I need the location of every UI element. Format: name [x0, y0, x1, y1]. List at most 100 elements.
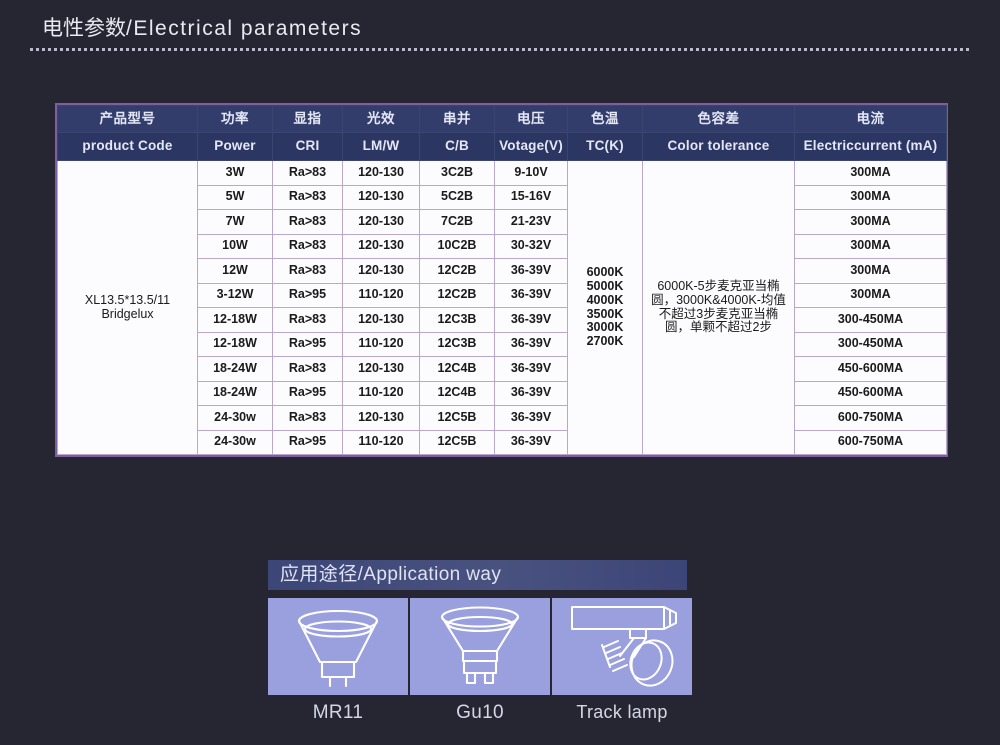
cell-voltage: 21-23V — [494, 209, 568, 235]
cell-voltage: 36-39V — [494, 331, 568, 357]
cell-cb: 12C5B — [419, 429, 495, 455]
cell-lmw: 110-120 — [342, 429, 420, 455]
cell-power: 24-30w — [197, 405, 273, 431]
cell-voltage: 30-32V — [494, 233, 568, 259]
cell-power: 10W — [197, 233, 273, 259]
application-item-label-track-lamp: Track lamp — [576, 702, 668, 722]
product-code-line1: XL13.5*13.5/11 — [84, 292, 171, 307]
cell-power: 12-18W — [197, 307, 273, 333]
cell-power: 5W — [197, 184, 273, 210]
cell-power: 12-18W — [197, 331, 273, 357]
cell-power: 18-24W — [197, 356, 273, 382]
table-header-row-cn: 产品型号 功率 显指 光效 串并 电压 色温 色容差 电流 — [57, 105, 947, 133]
cell-current: 300MA — [794, 209, 947, 235]
cell-color-tolerance: 6000K-5步麦克亚当椭圆，3000K&4000K-均值不超过3步麦克亚当椭圆… — [642, 160, 795, 455]
cell-current: 300-450MA — [794, 331, 947, 357]
mr11-thumbnail — [268, 598, 408, 695]
col-header-cn-color-tolerance: 色容差 — [642, 105, 795, 133]
cell-cb: 12C4B — [419, 356, 495, 382]
cell-voltage: 36-39V — [494, 356, 568, 382]
cell-cri: Ra>83 — [272, 233, 343, 259]
cell-cb: 5C2B — [419, 184, 495, 210]
cell-current: 300MA — [794, 233, 947, 259]
cell-lmw: 120-130 — [342, 356, 420, 382]
application-item-label-gu10: Gu10 — [456, 702, 504, 723]
title-divider — [30, 48, 970, 51]
cell-lmw: 110-120 — [342, 380, 420, 406]
cell-voltage: 15-16V — [494, 184, 568, 210]
col-header-en-product-code: product Code — [57, 132, 198, 161]
cell-cri: Ra>83 — [272, 160, 343, 186]
gu10-bulb-icon — [440, 605, 520, 684]
cell-current: 300-450MA — [794, 307, 947, 333]
cell-voltage: 9-10V — [494, 160, 568, 186]
cell-cb: 12C2B — [419, 258, 495, 284]
col-header-cn-cri: 显指 — [272, 105, 343, 133]
application-item-mr11[interactable]: MR11 — [268, 598, 408, 723]
cell-color-temperature: 6000K 5000K 4000K 3500K 3000K 2700K — [567, 160, 643, 455]
cell-current: 600-750MA — [794, 429, 947, 455]
cell-cri: Ra>83 — [272, 184, 343, 210]
table-header: 产品型号 功率 显指 光效 串并 电压 色温 色容差 电流 product Co… — [57, 105, 947, 161]
application-item-gu10[interactable]: Gu10 — [410, 598, 550, 723]
track-lamp-icon — [571, 605, 677, 687]
cell-cri: Ra>83 — [272, 307, 343, 333]
col-header-cn-lmw: 光效 — [342, 105, 420, 133]
cell-lmw: 120-130 — [342, 184, 420, 210]
cell-current: 450-600MA — [794, 356, 947, 382]
gu10-thumbnail — [410, 598, 550, 695]
cell-current: 300MA — [794, 282, 947, 308]
application-item-label-mr11: MR11 — [312, 702, 364, 723]
cell-cri: Ra>95 — [272, 331, 343, 357]
page-title-cn: 电性参数 — [42, 17, 126, 40]
color-temp-line: 3000K — [586, 320, 624, 335]
color-temp-line: 4000K — [586, 292, 624, 307]
cell-cri: Ra>95 — [272, 429, 343, 455]
col-header-en-current: Electriccurrent (mA) — [794, 132, 947, 161]
col-header-cn-current: 电流 — [794, 105, 947, 133]
cell-cb: 3C2B — [419, 160, 495, 186]
cell-product-code: XL13.5*13.5/11 Bridgelux — [57, 160, 198, 455]
cell-voltage: 36-39V — [494, 380, 568, 406]
mr11-bulb-icon — [297, 609, 379, 687]
col-header-cn-power: 功率 — [197, 105, 273, 133]
col-header-en-power: Power — [197, 132, 273, 161]
table-header-row-en: product Code Power CRI LM/W C/B Votage(V… — [57, 132, 947, 161]
electrical-parameters-table: 产品型号 功率 显指 光效 串并 电压 色温 色容差 电流 product Co… — [55, 103, 948, 457]
cell-cb: 12C2B — [419, 282, 495, 308]
cell-lmw: 120-130 — [342, 307, 420, 333]
col-header-en-lmw: LM/W — [342, 132, 420, 161]
application-item-track-lamp[interactable]: Track lamp — [552, 598, 692, 722]
cell-cri: Ra>95 — [272, 380, 343, 406]
col-header-en-color-tolerance: Color tolerance — [642, 132, 795, 161]
col-header-en-color-temp: TC(K) — [567, 132, 643, 161]
cell-current: 300MA — [794, 258, 947, 284]
cell-voltage: 36-39V — [494, 258, 568, 284]
table-body: XL13.5*13.5/11 Bridgelux 3W Ra>83 120-130 3C2… — [57, 160, 947, 455]
application-way-header-label: 应用途径/Application way — [280, 564, 502, 585]
cell-cb: 12C5B — [419, 405, 495, 431]
cell-power: 18-24W — [197, 380, 273, 406]
page-title-en: Electrical parameters — [133, 17, 363, 40]
application-way-header: 应用途径/Application way — [268, 560, 687, 590]
col-header-cn-product-code: 产品型号 — [57, 105, 198, 133]
col-header-cn-cb: 串并 — [419, 105, 495, 133]
cell-power: 7W — [197, 209, 273, 235]
cell-power: 12W — [197, 258, 273, 284]
col-header-cn-color-temp: 色温 — [567, 105, 643, 133]
product-code-line2: Bridgelux — [101, 306, 154, 321]
cell-lmw: 120-130 — [342, 233, 420, 259]
color-temp-line: 6000K — [586, 265, 624, 280]
col-header-cn-voltage: 电压 — [494, 105, 568, 133]
cell-lmw: 110-120 — [342, 331, 420, 357]
cell-power: 3-12W — [197, 282, 273, 308]
cell-cb: 7C2B — [419, 209, 495, 235]
table-row: XL13.5*13.5/11 Bridgelux 3W Ra>83 120-130 3C2… — [57, 160, 947, 455]
cell-current: 300MA — [794, 184, 947, 210]
cell-power: 3W — [197, 160, 273, 186]
cell-lmw: 120-130 — [342, 209, 420, 235]
color-temp-line: 2700K — [586, 334, 624, 348]
cell-current: 450-600MA — [794, 380, 947, 406]
cell-cri: Ra>95 — [272, 282, 343, 308]
cell-lmw: 120-130 — [342, 258, 420, 284]
